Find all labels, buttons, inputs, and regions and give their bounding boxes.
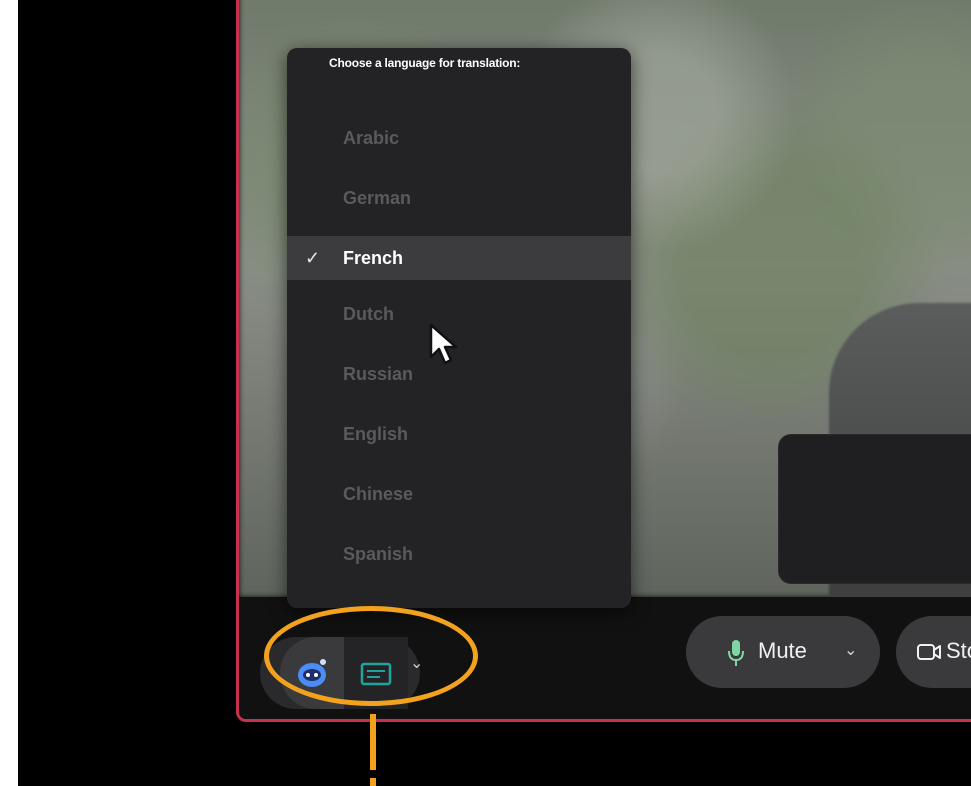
stop-video-label: Sto: [946, 638, 971, 663]
checkmark-icon: ✓: [305, 248, 321, 268]
highlight-annotation-ring: [264, 606, 478, 706]
language-label: Arabic: [343, 128, 400, 148]
language-option-english[interactable]: English: [287, 414, 631, 474]
translation-language-menu: Choose a language for translation: Arabi…: [287, 48, 631, 608]
microphone-icon: [728, 640, 744, 666]
language-label: Dutch: [343, 304, 394, 324]
screen-background: Choose a language for translation: Arabi…: [18, 0, 971, 786]
language-option-german[interactable]: German: [287, 178, 631, 238]
language-label: Spanish: [343, 544, 414, 564]
mouse-pointer-icon: [429, 323, 458, 365]
annotation-line-gap: [368, 770, 378, 778]
language-label: Russian: [343, 364, 414, 384]
self-view-tile[interactable]: [779, 435, 971, 583]
chevron-down-icon[interactable]: ⌄: [844, 640, 857, 660]
mute-button[interactable]: Mute ⌄: [686, 616, 880, 688]
language-label: French: [343, 248, 404, 268]
language-label: English: [343, 424, 409, 444]
language-option-arabic[interactable]: Arabic: [287, 118, 631, 178]
language-label: German: [343, 188, 412, 208]
language-option-spanish[interactable]: Spanish: [287, 534, 631, 594]
language-option-french[interactable]: ✓ French: [287, 236, 631, 280]
stop-video-button[interactable]: Sto: [896, 616, 971, 688]
mute-label: Mute: [758, 638, 807, 663]
video-camera-icon: [917, 644, 941, 660]
language-label: Chinese: [343, 484, 414, 504]
language-menu-title: Choose a language for translation:: [329, 56, 521, 70]
language-option-chinese[interactable]: Chinese: [287, 474, 631, 534]
